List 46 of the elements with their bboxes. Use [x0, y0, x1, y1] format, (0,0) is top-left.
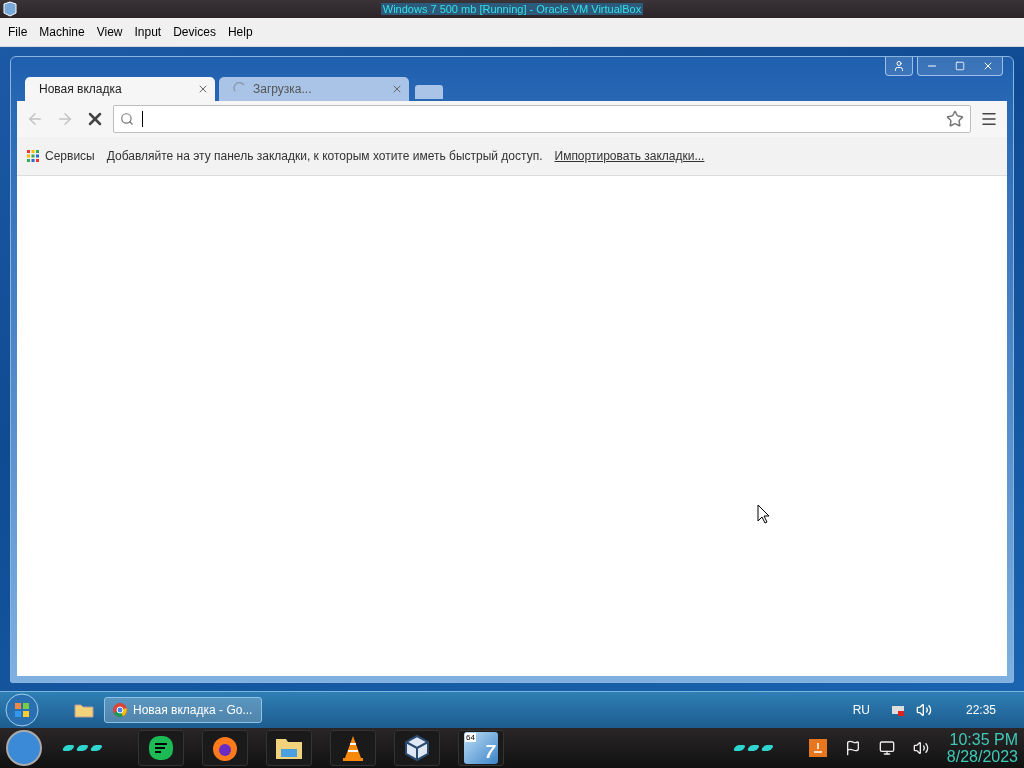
browser-tab[interactable]: Загрузка...: [219, 76, 409, 101]
import-bookmarks-link[interactable]: Импортировать закладки...: [554, 148, 705, 163]
menu-item[interactable]: View: [90, 24, 129, 39]
language-indicator[interactable]: RU: [852, 703, 870, 718]
menu-item[interactable]: Machine: [33, 24, 91, 39]
clock[interactable]: 22:35: [965, 703, 996, 718]
traffic-cone-icon: [341, 734, 365, 763]
clock-time[interactable]: 10:35 PM: [949, 731, 1018, 749]
app-slot[interactable]: 64 7: [458, 730, 504, 767]
volume-icon[interactable]: [912, 740, 929, 757]
app-slot[interactable]: [330, 730, 376, 767]
bookmarks-hint: Добавляйте на эту панель закладки, к которым хотите иметь быстрый доступ.: [106, 148, 543, 163]
grid-icon: [27, 149, 39, 162]
browser-logo-icon: [113, 703, 127, 718]
start-button[interactable]: [4, 692, 40, 729]
orb-icon[interactable]: [6, 730, 42, 767]
music-app-icon: [147, 734, 175, 763]
app-slot[interactable]: [202, 730, 248, 767]
taskbar-button[interactable]: Новая вкладка - Go...: [104, 697, 262, 724]
menu-item[interactable]: Input: [128, 24, 168, 39]
windows-seven-icon: 64 7: [464, 732, 498, 765]
maximize-icon[interactable]: [955, 60, 965, 71]
clock-date[interactable]: 8/28/2023: [946, 748, 1018, 766]
fox-globe-icon: [211, 734, 239, 763]
network-icon[interactable]: [878, 740, 895, 757]
person-icon: [893, 59, 905, 72]
search-icon: [120, 111, 134, 126]
menu-item[interactable]: File: [2, 24, 34, 39]
menu-item[interactable]: Help: [221, 24, 259, 39]
folder-icon[interactable]: [74, 702, 94, 719]
volume-icon[interactable]: [915, 702, 932, 719]
cube-icon: [404, 734, 430, 763]
app-slot[interactable]: [394, 730, 440, 767]
cursor-icon: [757, 503, 771, 524]
new-tab-button[interactable]: [415, 84, 443, 99]
flag-icon[interactable]: [844, 740, 861, 757]
profile-button[interactable]: [885, 56, 913, 76]
window-title: Windows 7 500 mb [Running] - Oracle VM VirtualBox: [380, 2, 644, 15]
app-slot[interactable]: [266, 730, 312, 767]
menu-item[interactable]: Devices: [167, 24, 222, 39]
browser-tab[interactable]: Новая вкладка: [25, 76, 215, 101]
folder-icon: [275, 736, 303, 761]
app-slot[interactable]: [138, 730, 184, 767]
address-field[interactable]: [113, 104, 971, 133]
star-icon[interactable]: [946, 109, 964, 128]
apps-link[interactable]: Сервисы: [27, 148, 95, 163]
